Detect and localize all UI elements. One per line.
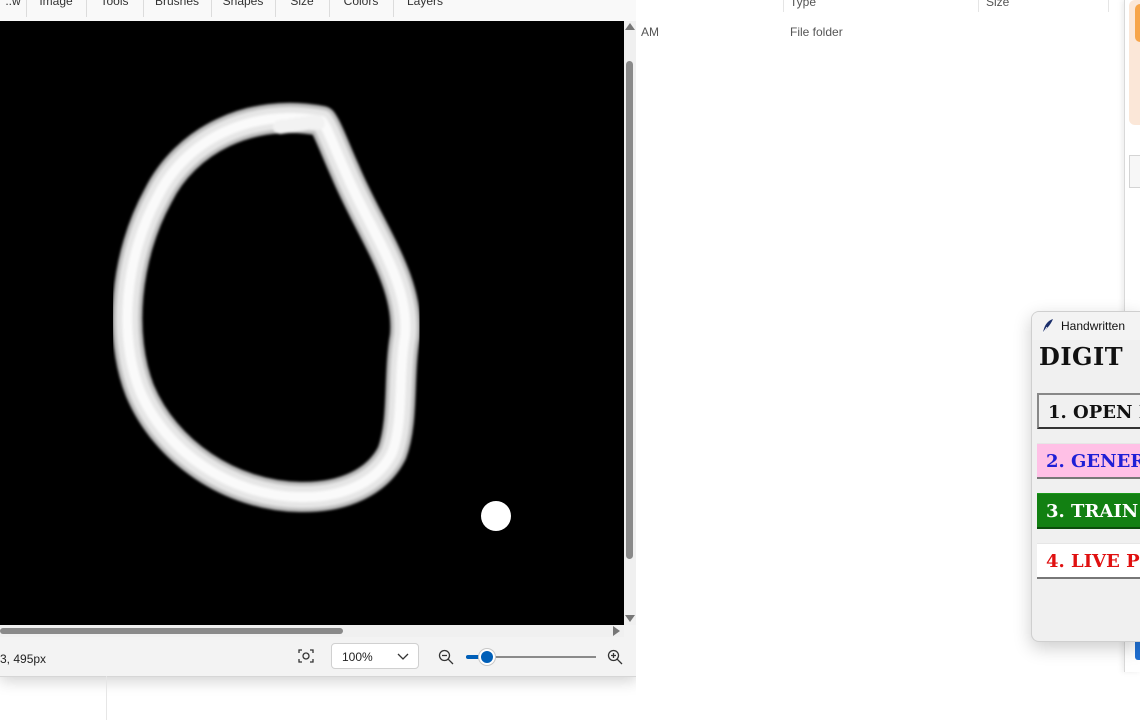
vertical-scrollbar[interactable]: [624, 21, 636, 625]
window-title: Handwritten: [1061, 319, 1126, 333]
title-bar: Handwritten: [1032, 312, 1140, 340]
menu-item-tools[interactable]: Tools: [86, 0, 144, 17]
scroll-down-arrow-icon[interactable]: [625, 615, 635, 622]
app-icon: [1135, 4, 1140, 42]
file-row-date[interactable]: AM: [641, 25, 659, 39]
menu-item-view[interactable]: ..w: [0, 0, 27, 17]
app-heading: DIGIT: [1039, 342, 1124, 371]
column-header-size[interactable]: Size: [986, 0, 1009, 9]
zoom-slider-handle[interactable]: [481, 651, 493, 663]
drawing-canvas[interactable]: [0, 21, 624, 625]
menu-item-brushes[interactable]: Brushes: [143, 0, 212, 17]
background-divider: [106, 676, 107, 720]
chevron-down-icon: [397, 653, 409, 660]
menu-item-shapes[interactable]: Shapes: [211, 0, 276, 17]
handwritten-zero-drawing: [112, 102, 511, 531]
fit-to-window-icon[interactable]: [298, 648, 314, 664]
column-header-type[interactable]: Type: [790, 0, 816, 9]
feather-icon: [1042, 319, 1053, 334]
menu-item-image[interactable]: Image: [26, 0, 87, 17]
horizontal-scrollbar[interactable]: [0, 625, 624, 637]
orange-panel-fragment: [1129, 0, 1140, 125]
column-separator: [978, 0, 979, 12]
digit-recognizer-window: Handwritten DIGIT 1. OPEN P 2. GENER 3. …: [1031, 311, 1140, 642]
menu-item-size[interactable]: Size: [275, 0, 330, 17]
vertical-scroll-thumb[interactable]: [626, 61, 633, 559]
paint-window: ..w Image Tools Brushes Shapes Size Colo…: [0, 0, 637, 677]
live-prediction-button[interactable]: 4. LIVE P: [1037, 543, 1140, 579]
scroll-right-arrow-icon[interactable]: [613, 626, 620, 636]
column-separator: [783, 0, 784, 12]
toolbar-fragment: [1129, 155, 1140, 332]
open-paint-button[interactable]: 1. OPEN P: [1037, 393, 1140, 429]
column-separator: [1108, 0, 1109, 12]
status-bar: 3, 495px 100%: [0, 638, 636, 676]
scroll-up-arrow-icon[interactable]: [625, 23, 635, 30]
cursor-position: 3, 495px: [0, 652, 47, 666]
generate-dataset-button[interactable]: 2. GENER: [1037, 443, 1140, 479]
zoom-value: 100%: [342, 650, 373, 664]
zoom-in-icon[interactable]: [607, 649, 623, 665]
brush-cursor: [481, 501, 511, 531]
menu-bar: ..w Image Tools Brushes Shapes Size Colo…: [0, 0, 636, 21]
file-row-type[interactable]: File folder: [790, 25, 843, 39]
train-model-button[interactable]: 3. TRAIN: [1037, 493, 1140, 529]
menu-item-layers[interactable]: Layers: [393, 0, 457, 17]
horizontal-scroll-thumb[interactable]: [0, 628, 343, 634]
zoom-slider[interactable]: [466, 650, 596, 664]
menu-item-colors[interactable]: Colors: [329, 0, 394, 17]
zoom-dropdown[interactable]: 100%: [331, 643, 419, 669]
zoom-out-icon[interactable]: [438, 649, 454, 665]
